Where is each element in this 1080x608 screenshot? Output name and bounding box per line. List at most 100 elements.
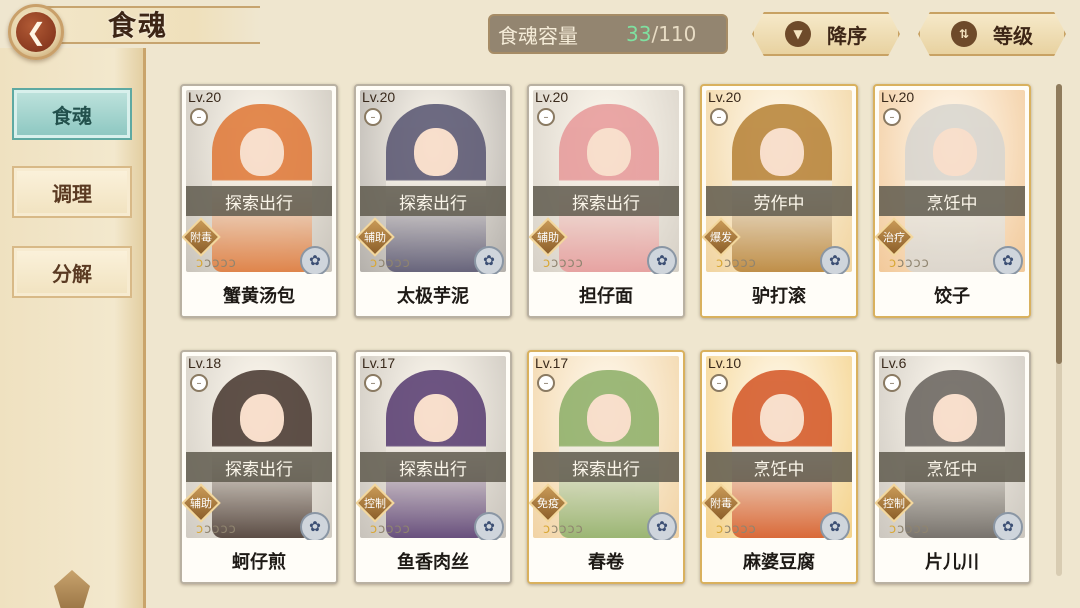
triangle-down-icon: ▼ (785, 21, 811, 47)
role-label: 控制 (364, 497, 386, 510)
role-label: 爆发 (710, 231, 732, 244)
sidebar-tab-conditioning[interactable]: 调理 (12, 166, 132, 218)
sort-order-button[interactable]: ▼ 降序 (752, 12, 900, 56)
scrollbar-thumb[interactable] (1056, 84, 1062, 364)
character-face (933, 128, 977, 176)
round-badge-icon: – (190, 108, 208, 126)
sort-key-button[interactable]: ⇅ 等级 (918, 12, 1066, 56)
sidebar-tab-food-souls[interactable]: 食魂 (12, 88, 132, 140)
role-label: 辅助 (190, 497, 212, 510)
card-status: 劳作中 (706, 186, 852, 216)
sidebar: 食魂 调理 分解 (0, 48, 146, 608)
role-label: 辅助 (537, 231, 559, 244)
card-status: 探索出行 (186, 186, 332, 216)
star-rating: ↄↄↄↄↄ (196, 522, 237, 537)
food-soul-card[interactable]: Lv.20 – 劳作中 爆发 ↄↄↄↄↄ ✿ 驴打滚 (700, 84, 858, 318)
character-face (760, 128, 804, 176)
food-soul-card[interactable]: Lv.10 – 烹饪中 附毒 ↄↄↄↄↄ ✿ 麻婆豆腐 (700, 350, 858, 584)
star-rating: ↄↄↄↄↄ (889, 256, 930, 271)
role-badge: 治疗 (875, 217, 914, 257)
character-face (240, 128, 284, 176)
food-soul-card[interactable]: Lv.6 – 烹饪中 控制 ↄↄↄↄↄ ✿ 片儿川 (873, 350, 1031, 584)
card-name: 蟹黄汤包 (182, 274, 336, 316)
food-soul-card[interactable]: Lv.20 – 烹饪中 治疗 ↄↄↄↄↄ ✿ 饺子 (873, 84, 1031, 318)
round-badge-icon: – (710, 374, 728, 392)
role-badge: 控制 (356, 483, 395, 523)
sort-order-label: 降序 (827, 23, 867, 48)
food-soul-card[interactable]: Lv.17 – 探索出行 控制 ↄↄↄↄↄ ✿ 鱼香肉丝 (354, 350, 512, 584)
star-rating: ↄↄↄↄↄ (716, 256, 757, 271)
card-status: 探索出行 (186, 452, 332, 482)
food-soul-card[interactable]: Lv.18 – 探索出行 辅助 ↄↄↄↄↄ ✿ 蚵仔煎 (180, 350, 338, 584)
food-soul-card[interactable]: Lv.17 – 探索出行 免疫 ↄↄↄↄↄ ✿ 春卷 (527, 350, 685, 584)
food-soul-card[interactable]: Lv.20 – 探索出行 辅助 ↄↄↄↄↄ ✿ 担仔面 (527, 84, 685, 318)
ornament-pin-icon (54, 570, 90, 608)
card-status: 探索出行 (533, 186, 679, 216)
card-level: Lv.6 (881, 355, 907, 371)
card-name: 饺子 (875, 274, 1029, 316)
card-name: 蚵仔煎 (182, 540, 336, 582)
round-badge-icon: – (190, 374, 208, 392)
character-face (587, 394, 631, 442)
star-rating: ↄↄↄↄↄ (543, 522, 584, 537)
role-label: 辅助 (364, 231, 386, 244)
star-rating: ↄↄↄↄↄ (196, 256, 237, 271)
card-level: Lv.17 (362, 355, 396, 371)
character-face (760, 394, 804, 442)
role-badge: 控制 (875, 483, 914, 523)
capacity-separator: / (651, 22, 659, 46)
card-level: Lv.20 (362, 89, 396, 105)
card-level: Lv.20 (881, 89, 915, 105)
capacity-display: 食魂容量 33 / 110 (488, 14, 728, 54)
scrollbar[interactable] (1056, 84, 1062, 576)
chevron-left-icon: ❮ (16, 12, 56, 52)
card-level: Lv.20 (188, 89, 222, 105)
flower-icon: ✿ (993, 246, 1023, 276)
flower-icon: ✿ (647, 512, 677, 542)
flower-icon: ✿ (300, 246, 330, 276)
card-status: 探索出行 (533, 452, 679, 482)
capacity-current: 33 (626, 22, 652, 46)
capacity-max: 110 (658, 22, 697, 46)
food-soul-card[interactable]: Lv.20 – 探索出行 附毒 ↄↄↄↄↄ ✿ 蟹黄汤包 (180, 84, 338, 318)
back-button[interactable]: ❮ (8, 4, 64, 60)
card-name: 驴打滚 (702, 274, 856, 316)
character-face (240, 394, 284, 442)
round-badge-icon: – (883, 374, 901, 392)
role-badge: 附毒 (702, 483, 741, 523)
card-status: 探索出行 (360, 452, 506, 482)
card-name: 太极芋泥 (356, 274, 510, 316)
star-rating: ↄↄↄↄↄ (716, 522, 757, 537)
card-status: 烹饪中 (879, 452, 1025, 482)
role-badge: 附毒 (182, 217, 221, 257)
role-label: 控制 (883, 497, 905, 510)
card-name: 麻婆豆腐 (702, 540, 856, 582)
round-badge-icon: – (537, 108, 555, 126)
star-rating: ↄↄↄↄↄ (370, 256, 411, 271)
card-level: Lv.17 (535, 355, 569, 371)
flower-icon: ✿ (820, 246, 850, 276)
card-level: Lv.20 (535, 89, 569, 105)
food-soul-grid: Lv.20 – 探索出行 附毒 ↄↄↄↄↄ ✿ 蟹黄汤包 Lv.20 – 探索出… (180, 84, 1040, 604)
flower-icon: ✿ (820, 512, 850, 542)
star-rating: ↄↄↄↄↄ (543, 256, 584, 271)
card-name: 片儿川 (875, 540, 1029, 582)
role-badge: 爆发 (702, 217, 741, 257)
round-badge-icon: – (883, 108, 901, 126)
flower-icon: ✿ (993, 512, 1023, 542)
card-level: Lv.20 (708, 89, 742, 105)
star-rating: ↄↄↄↄↄ (889, 522, 930, 537)
card-name: 鱼香肉丝 (356, 540, 510, 582)
character-face (414, 394, 458, 442)
page-title: 食魂 (108, 9, 169, 42)
food-soul-card[interactable]: Lv.20 – 探索出行 辅助 ↄↄↄↄↄ ✿ 太极芋泥 (354, 84, 512, 318)
flower-icon: ✿ (474, 512, 504, 542)
card-status: 探索出行 (360, 186, 506, 216)
flower-icon: ✿ (300, 512, 330, 542)
round-badge-icon: – (364, 374, 382, 392)
sidebar-tab-decompose[interactable]: 分解 (12, 246, 132, 298)
card-name: 春卷 (529, 540, 683, 582)
role-label: 治疗 (883, 231, 905, 244)
role-badge: 辅助 (356, 217, 395, 257)
flower-icon: ✿ (474, 246, 504, 276)
